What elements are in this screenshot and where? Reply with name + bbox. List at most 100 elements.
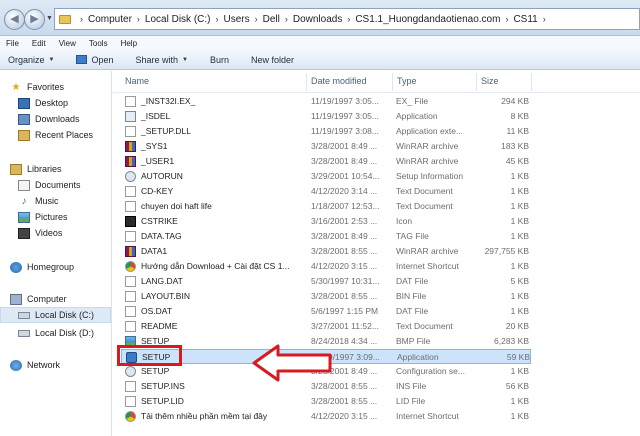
file-type: EX_ File	[396, 96, 429, 106]
file-type: Text Document	[396, 201, 453, 211]
file-size: 1 KB	[510, 396, 529, 406]
file-row[interactable]: Hướng dẫn Download + Cài đặt CS 1... 4/12…	[121, 259, 531, 274]
file-row[interactable]: OS.DAT 5/6/1997 1:15 PM DAT File 1 KB	[121, 304, 531, 319]
nav-libraries[interactable]: Libraries	[10, 161, 121, 177]
file-row[interactable]: LANG.DAT 5/30/1997 10:31... DAT File 5 KB	[121, 274, 531, 289]
text-document-icon	[125, 186, 136, 197]
column-size[interactable]: Size	[481, 76, 499, 86]
file-date: 3/28/2001 8:49 ...	[311, 156, 378, 166]
address-bar[interactable]: › Computer › Local Disk (C:) › Users › D…	[54, 8, 640, 30]
application-icon	[125, 111, 136, 122]
pointer-arrow-icon	[252, 344, 332, 382]
file-name: chuyen doi haft life	[141, 201, 212, 211]
menu-tools[interactable]: Tools	[89, 39, 108, 48]
menu-help[interactable]: Help	[121, 39, 137, 48]
file-icon	[125, 381, 136, 392]
column-name[interactable]: Name	[125, 76, 149, 86]
file-row[interactable]: DATA.TAG 3/28/2001 8:49 ... TAG File 1 KB	[121, 229, 531, 244]
file-size: 1 KB	[510, 261, 529, 271]
settings-file-icon	[125, 171, 136, 182]
file-row[interactable]: _ISDEL 11/19/1997 3:05... Application 8 KB	[121, 109, 531, 124]
file-type: WinRAR archive	[396, 246, 459, 256]
chevron-down-icon: ▼	[48, 56, 55, 63]
menu-view[interactable]: View	[59, 39, 76, 48]
file-date: 5/30/1997 10:31...	[311, 276, 380, 286]
file-row[interactable]: CSTRIKE 3/16/2001 2:53 ... Icon 1 KB	[121, 214, 531, 229]
menu-edit[interactable]: Edit	[32, 39, 46, 48]
open-button[interactable]: Open	[76, 55, 114, 65]
file-name: CD-KEY	[141, 186, 174, 196]
nav-computer[interactable]: Computer	[10, 291, 121, 307]
breadcrumb-cs11[interactable]: CS11	[513, 14, 537, 25]
breadcrumb-separator: ›	[505, 14, 509, 24]
column-type[interactable]: Type	[397, 76, 417, 86]
file-size: 294 KB	[501, 96, 529, 106]
forward-button[interactable]: ▶	[24, 9, 45, 30]
file-date: 3/28/2001 8:49 ...	[311, 231, 378, 241]
file-row[interactable]: Tải thêm nhiều phần mềm tại đây 4/12/2020…	[121, 409, 531, 424]
column-divider[interactable]	[306, 73, 307, 91]
breadcrumb-separator: ›	[136, 14, 140, 24]
file-type: TAG File	[396, 231, 429, 241]
file-row[interactable]: _SYS1 3/28/2001 8:49 ... WinRAR archive 183…	[121, 139, 531, 154]
menu-file[interactable]: File	[6, 39, 19, 48]
file-size: 6,283 KB	[494, 336, 529, 346]
breadcrumb-cs11-folder[interactable]: CS1.1_Huongdandaotienao.com	[355, 14, 500, 25]
file-date: 3/28/2001 8:55 ...	[311, 246, 378, 256]
file-size: 59 KB	[506, 352, 530, 362]
homegroup-icon	[10, 261, 22, 273]
nav-homegroup[interactable]: Homegroup	[10, 259, 121, 275]
nav-computer-label: Computer	[27, 294, 67, 304]
nav-local-disk-c-label: Local Disk (C:)	[35, 310, 95, 320]
file-date: 11/19/1997 3:05...	[311, 96, 379, 106]
back-button[interactable]: ◀	[4, 9, 25, 30]
file-size: 1 KB	[510, 216, 529, 226]
nav-network[interactable]: Network	[10, 357, 121, 373]
file-name: Hướng dẫn Download + Cài đặt CS 1...	[141, 261, 290, 271]
organize-button[interactable]: Organize ▼	[8, 55, 54, 65]
breadcrumb-separator: ›	[347, 14, 351, 24]
breadcrumb-users[interactable]: Users	[223, 14, 249, 25]
column-divider[interactable]	[531, 73, 532, 91]
breadcrumb-computer[interactable]: Computer	[88, 14, 132, 25]
nav-homegroup-label: Homegroup	[27, 262, 75, 272]
file-row[interactable]: SETUP.LID 3/28/2001 8:55 ... LID File 1 KB	[121, 394, 531, 409]
file-type: Application	[397, 352, 439, 362]
file-size: 1 KB	[510, 366, 529, 376]
file-row[interactable]: DATA1 3/28/2001 8:55 ... WinRAR archive 297…	[121, 244, 531, 259]
file-row[interactable]: AUTORUN 3/29/2001 10:54... Setup Informati…	[121, 169, 531, 184]
breadcrumb-dell[interactable]: Dell	[263, 14, 280, 25]
nav-local-disk-c[interactable]: Local Disk (C:)	[0, 307, 111, 323]
column-date-modified[interactable]: Date modified	[311, 76, 367, 86]
nav-recent-places-label: Recent Places	[35, 130, 94, 140]
file-list-pane: Name Date modified Type Size _INST32I.EX…	[113, 71, 640, 436]
share-with-button[interactable]: Share with ▼	[136, 55, 188, 65]
file-type: Setup Information	[396, 171, 464, 181]
settings-file-icon	[125, 366, 136, 377]
file-row[interactable]: LAYOUT.BIN 3/28/2001 8:55 ... BIN File 1 KB	[121, 289, 531, 304]
documents-icon	[18, 179, 30, 191]
new-folder-button[interactable]: New folder	[251, 55, 294, 65]
file-row[interactable]: CD-KEY 4/12/2020 3:14 ... Text Document 1 K…	[121, 184, 531, 199]
nav-favorites[interactable]: ★ Favorites	[10, 79, 121, 95]
share-with-label: Share with	[135, 54, 179, 65]
breadcrumb-downloads[interactable]: Downloads	[293, 14, 342, 25]
breadcrumb-local-disk-c[interactable]: Local Disk (C:)	[145, 14, 211, 25]
file-row[interactable]: README 3/27/2001 11:52... Text Document 20 …	[121, 319, 531, 334]
column-divider[interactable]	[476, 73, 477, 91]
nav-music-label: Music	[35, 196, 59, 206]
recent-pages-dropdown[interactable]: ▼	[46, 15, 53, 22]
file-name: AUTORUN	[141, 171, 183, 181]
file-row[interactable]: _INST32I.EX_ 11/19/1997 3:05... EX_ File 29…	[121, 94, 531, 109]
file-date: 4/12/2020 3:15 ...	[311, 261, 378, 271]
column-divider[interactable]	[392, 73, 393, 91]
file-row[interactable]: _USER1 3/28/2001 8:49 ... WinRAR archive 45…	[121, 154, 531, 169]
drive-icon	[18, 329, 30, 337]
file-icon	[125, 126, 136, 137]
chevron-down-icon: ▼	[182, 56, 188, 63]
desktop-icon	[18, 97, 30, 109]
burn-button[interactable]: Burn	[210, 55, 229, 65]
file-row[interactable]: _SETUP.DLL 11/19/1997 3:08... Application …	[121, 124, 531, 139]
file-icon	[125, 231, 136, 242]
file-row[interactable]: chuyen doi haft life 1/18/2007 12:53... Te…	[121, 199, 531, 214]
